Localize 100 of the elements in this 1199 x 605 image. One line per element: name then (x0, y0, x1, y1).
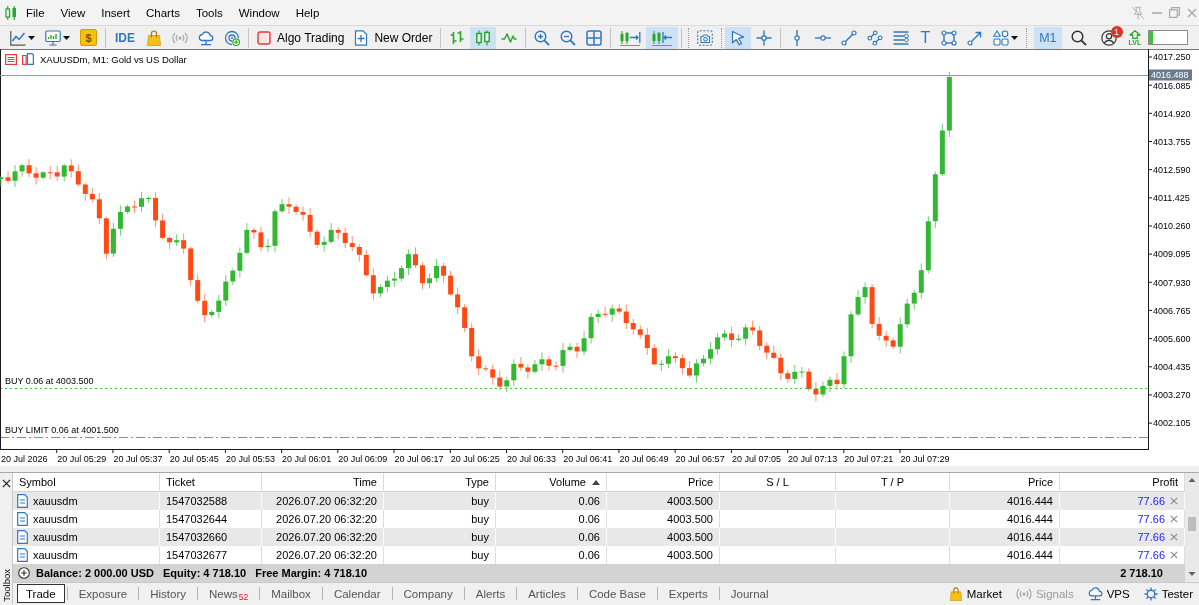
table-cell: xauusdm (33, 549, 78, 561)
user-icon[interactable] (1100, 29, 1117, 46)
total-profit: 2 718.10 (1120, 567, 1163, 579)
timeframe-button[interactable]: M1 (1034, 26, 1062, 49)
table-cell: 2026.07.20 06:32:20 (276, 513, 377, 525)
up-arrow-icon (1128, 29, 1141, 39)
table-row[interactable]: xauusdm 1547032588 2026.07.20 06:32:20 buy 0.06 4003.500 4016.444 77.66 (13, 492, 1185, 510)
time-axis-label: 20 Jul 2026 (1, 454, 48, 464)
table-cell: 4016.444 (1007, 531, 1053, 543)
zoom-out-icon[interactable] (560, 29, 577, 46)
table-cell: 4016.444 (1007, 513, 1053, 525)
table-cell: 77.66 (1137, 513, 1165, 525)
table-cell: xauusdm (33, 513, 78, 525)
cursor-button[interactable] (725, 26, 752, 49)
vertical-line-icon[interactable] (794, 29, 801, 46)
table-cell: 4003.500 (667, 549, 713, 561)
horizontal-lines-icon[interactable] (893, 29, 910, 46)
column-header[interactable]: Volume (496, 473, 607, 491)
menu-item[interactable]: Tools (187, 3, 231, 22)
column-header[interactable]: Ticket (160, 473, 262, 491)
trend-line-icon[interactable] (841, 29, 858, 46)
tab[interactable]: Journal (721, 584, 778, 603)
tab[interactable]: Trade (17, 584, 65, 603)
status-link[interactable]: VPS (1087, 586, 1130, 601)
price-axis-label: 4004.435 (1153, 362, 1191, 373)
tab[interactable]: Experts (659, 584, 717, 603)
new-order-button[interactable]: New Order (349, 26, 438, 49)
text-tool-button[interactable]: T (914, 26, 937, 49)
tab[interactable]: Calendar (324, 584, 390, 603)
price-axis-label: 4007.930 (1153, 277, 1191, 288)
tab[interactable]: History (141, 584, 195, 603)
status-link[interactable]: Market (948, 586, 1002, 601)
zoom-in-icon[interactable] (534, 29, 551, 46)
candles-logo-icon[interactable] (5, 5, 17, 20)
time-axis-label: 20 Jul 06:57 (675, 454, 725, 464)
menu-item[interactable]: Window (230, 3, 288, 22)
column-header[interactable]: S / L (720, 473, 836, 491)
tab[interactable]: Articles (519, 584, 575, 603)
rectangle-icon[interactable] (941, 29, 958, 46)
status-link[interactable]: Tester (1143, 586, 1193, 601)
ide-button[interactable]: IDE (109, 26, 141, 49)
cloud-icon[interactable] (198, 29, 214, 46)
algo-trading-button[interactable]: Algo Trading (252, 26, 350, 49)
free-margin-text: Free Margin: 4 718.10 (255, 567, 368, 579)
table-cell: 4003.500 (667, 513, 713, 525)
column-header[interactable]: Type (384, 473, 496, 491)
list-icon[interactable] (5, 54, 17, 65)
shapes-icon[interactable] (993, 29, 1010, 46)
sort-arrow-icon (592, 479, 600, 485)
parallel-lines-icon[interactable] (867, 29, 884, 46)
tab[interactable]: Alerts (466, 584, 515, 603)
menu-item[interactable]: Help (287, 3, 328, 22)
arrow-icon[interactable] (967, 29, 984, 46)
table-row[interactable]: xauusdm 1547032660 2026.07.20 06:32:20 buy 0.06 4003.500 4016.444 77.66 (13, 528, 1185, 546)
price-axis-label: 4013.755 (1153, 136, 1191, 147)
gear-icon (1143, 586, 1158, 601)
menu-item[interactable]: Insert (93, 3, 138, 22)
menu-item[interactable]: Charts (138, 3, 188, 22)
auto-scroll-button[interactable] (646, 26, 679, 49)
column-header[interactable]: Price (607, 473, 720, 491)
table-cell: 2026.07.20 06:32:20 (276, 531, 377, 543)
document-plus-icon (354, 29, 369, 46)
caret-icon[interactable] (1011, 35, 1019, 40)
tab[interactable]: Company (394, 584, 462, 603)
time-axis-label: 20 Jul 06:49 (619, 454, 669, 464)
document-icon[interactable] (22, 53, 34, 65)
table-cell: 77.66 (1137, 549, 1165, 561)
menu-item[interactable]: File (18, 3, 53, 22)
restore-icon[interactable] (1169, 7, 1180, 18)
table-cell: xauusdm (33, 495, 78, 507)
camera-icon[interactable] (697, 29, 714, 46)
vertical-scrollbar[interactable] (1185, 473, 1199, 581)
caret-icon[interactable] (63, 35, 70, 40)
shopping-bag-icon[interactable] (146, 29, 162, 46)
column-header[interactable]: Time (262, 473, 384, 491)
menu-item[interactable]: View (52, 3, 94, 22)
time-axis-label: 20 Jul 06:33 (507, 454, 557, 464)
search-icon[interactable] (1070, 29, 1087, 46)
radar-plus-icon[interactable] (224, 29, 240, 46)
dollar-button[interactable]: $ (80, 29, 97, 46)
horizontal-line-icon[interactable] (815, 34, 832, 41)
line-chart-icon[interactable] (10, 29, 26, 46)
monitor-chart-icon[interactable] (45, 29, 61, 46)
close-icon[interactable] (1, 479, 11, 488)
ohlc-bars-icon (449, 29, 466, 46)
window-grid-icon[interactable] (586, 29, 603, 46)
table-cell: 1547032588 (166, 495, 228, 507)
tab[interactable]: Exposure (69, 584, 137, 603)
table-cell: 4016.444 (1007, 549, 1053, 561)
caret-icon[interactable] (28, 35, 35, 40)
table-cell: buy (471, 513, 489, 525)
tab[interactable]: Mailbox (262, 584, 320, 603)
plus-circle-icon[interactable] (18, 567, 30, 579)
document-icon (17, 512, 28, 526)
column-header[interactable]: Price (950, 473, 1060, 491)
candlestick-chart-button[interactable] (470, 26, 497, 49)
crosshair-icon (756, 29, 773, 46)
tab[interactable]: Code Base (579, 584, 655, 603)
column-header[interactable]: Symbol (13, 473, 160, 491)
column-header[interactable]: T / P (836, 473, 950, 491)
